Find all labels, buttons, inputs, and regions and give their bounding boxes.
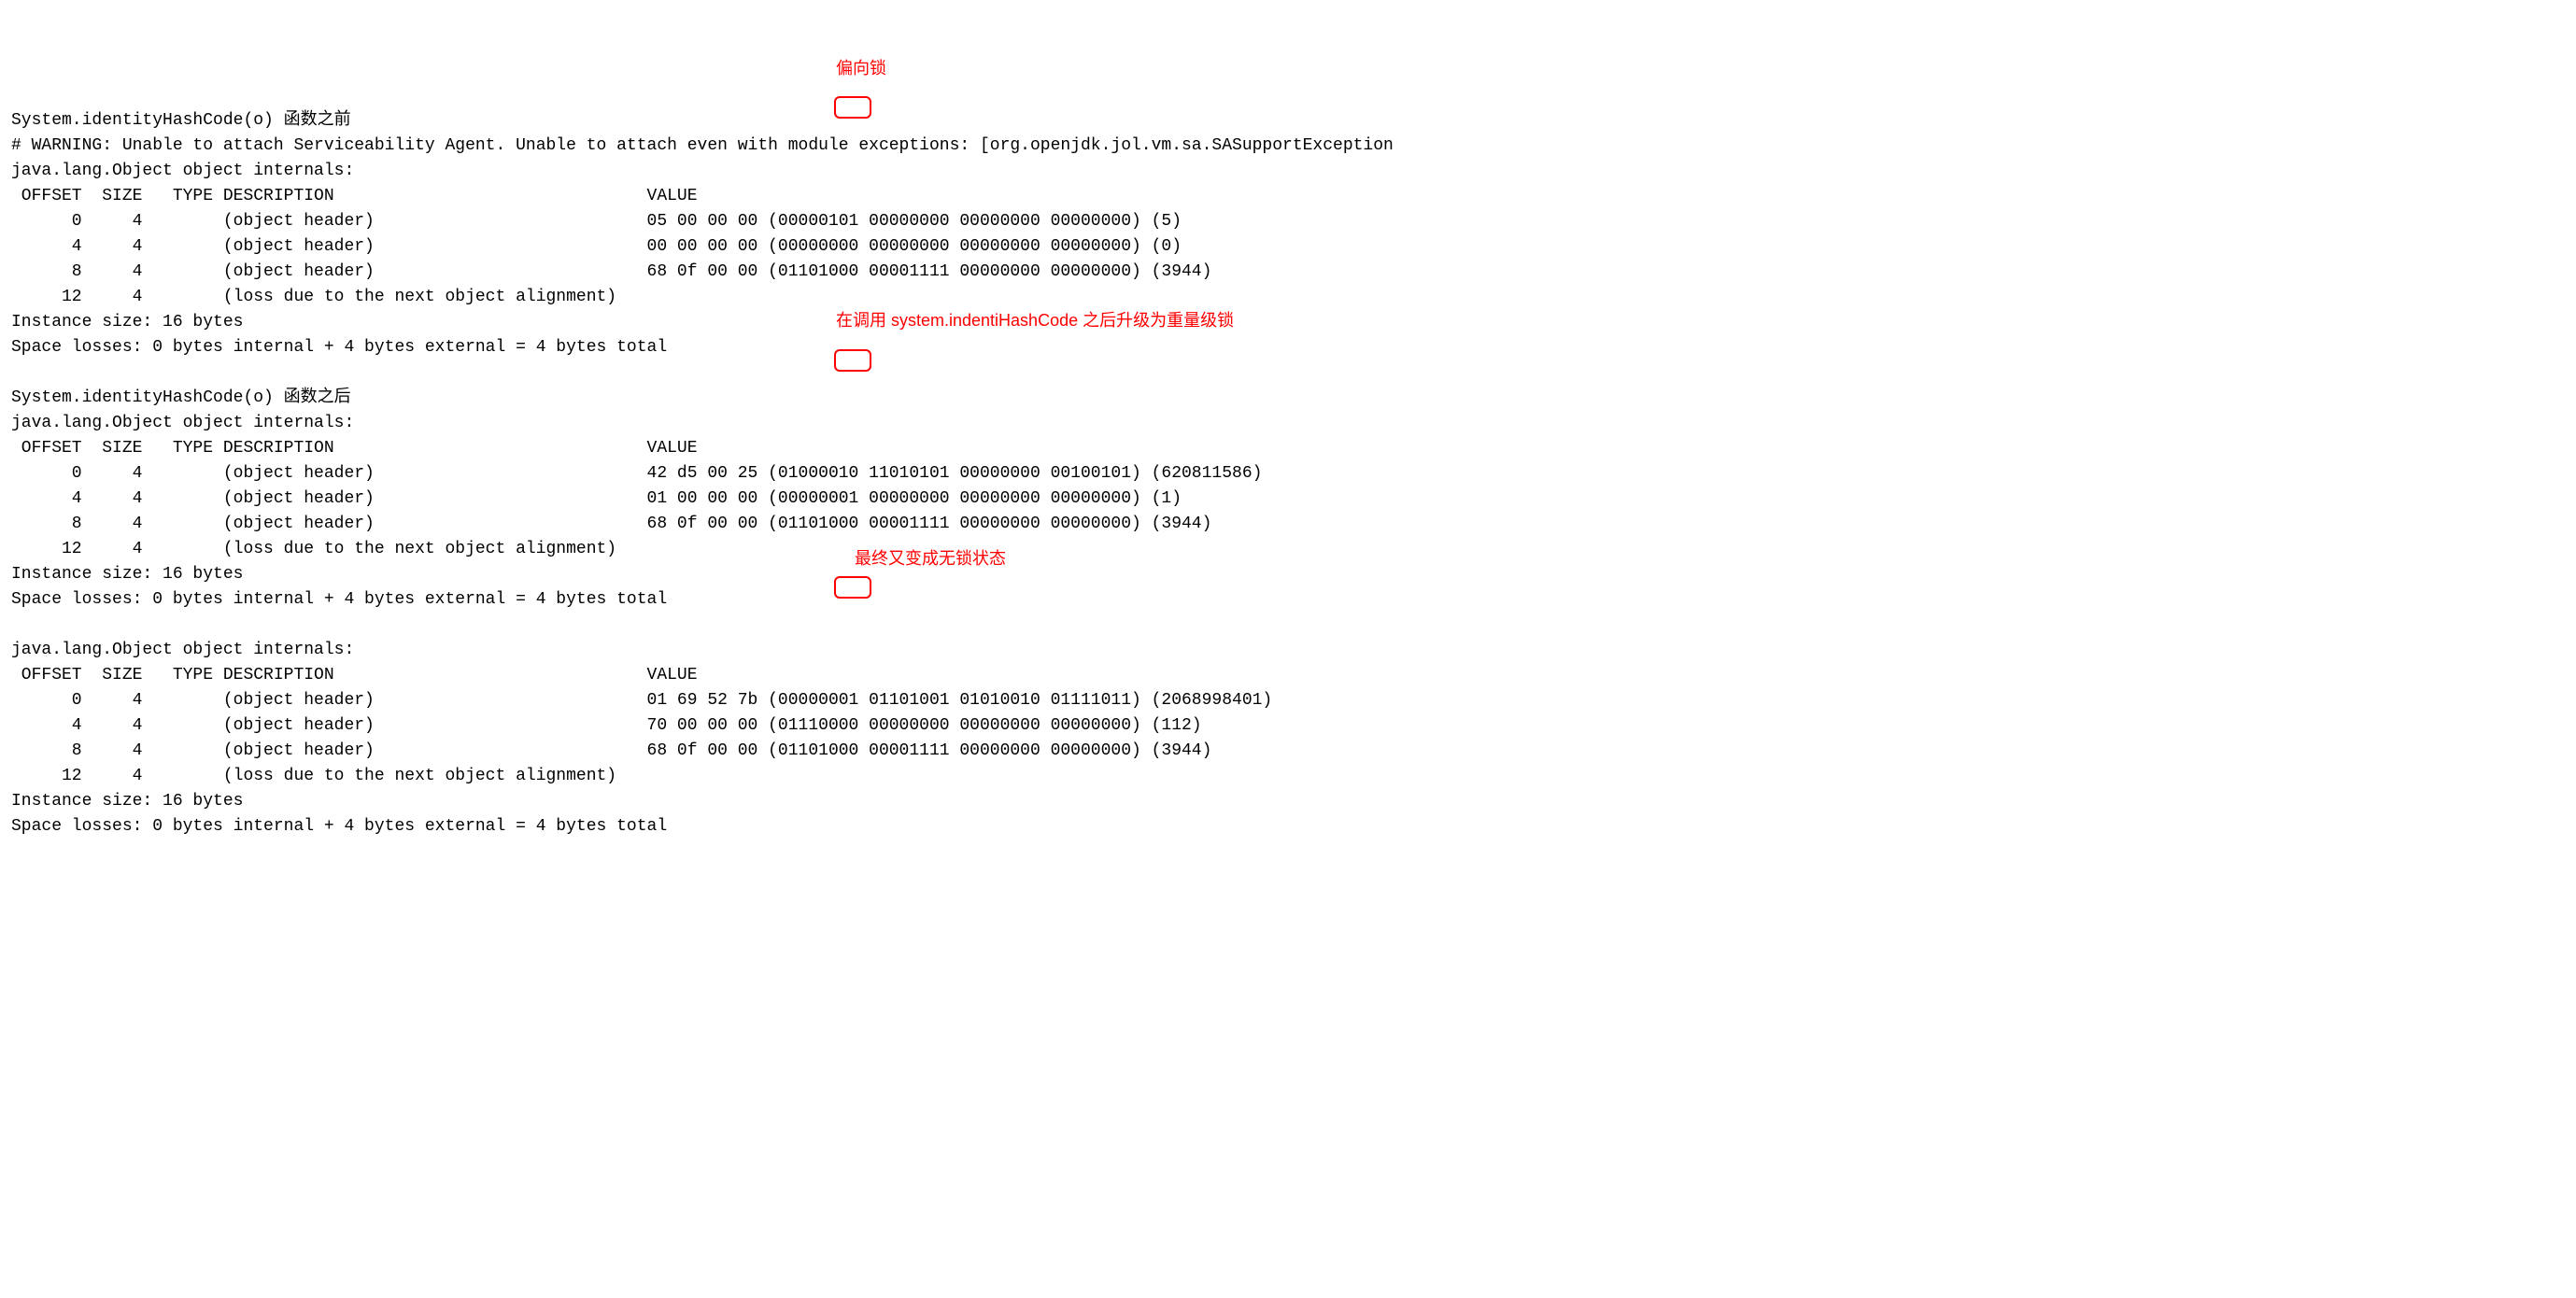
table-row: 8 4 (object header) 68 0f 00 00 (0110100… — [11, 512, 2565, 537]
highlight-box — [834, 576, 871, 599]
table-row: 12 4 (loss due to the next object alignm… — [11, 285, 2565, 310]
space-losses-line: Space losses: 0 bytes internal + 4 bytes… — [11, 587, 2565, 613]
table-header: OFFSET SIZE TYPE DESCRIPTION VALUE — [11, 184, 2565, 209]
table-row: 12 4 (loss due to the next object alignm… — [11, 764, 2565, 789]
internals-line: java.lang.Object object internals: — [11, 159, 2565, 184]
table-header: OFFSET SIZE TYPE DESCRIPTION VALUE — [11, 663, 2565, 688]
space-losses-line: Space losses: 0 bytes internal + 4 bytes… — [11, 335, 2565, 360]
highlight-box — [834, 96, 871, 119]
instance-size-line: Instance size: 16 bytes — [11, 310, 2565, 335]
section-title: System.identityHashCode(o) 函数之前 — [11, 108, 2565, 134]
instance-size-line: Instance size: 16 bytes — [11, 562, 2565, 587]
warning-line: # WARNING: Unable to attach Serviceabili… — [11, 134, 2565, 159]
table-row: 4 4 (object header) 00 00 00 00 (0000000… — [11, 234, 2565, 260]
blank-line — [11, 613, 2565, 638]
table-row: 0 4 (object header) 42 d5 00 25 (0100001… — [11, 461, 2565, 487]
table-row: 8 4 (object header) 68 0f 00 00 (0110100… — [11, 739, 2565, 764]
instance-size-line: Instance size: 16 bytes — [11, 789, 2565, 814]
highlight-box — [834, 349, 871, 372]
annotation-label: 在调用 system.indentiHashCode 之后升级为重量级锁 — [836, 308, 1234, 333]
table-row: 0 4 (object header) 05 00 00 00 (0000010… — [11, 209, 2565, 234]
table-row: 4 4 (object header) 01 00 00 00 (0000000… — [11, 487, 2565, 512]
table-row: 8 4 (object header) 68 0f 00 00 (0110100… — [11, 260, 2565, 285]
table-row: 12 4 (loss due to the next object alignm… — [11, 537, 2565, 562]
internals-line: java.lang.Object object internals: — [11, 638, 2565, 663]
internals-line: java.lang.Object object internals: — [11, 411, 2565, 436]
table-row: 0 4 (object header) 01 69 52 7b (0000000… — [11, 688, 2565, 713]
annotation-label: 最终又变成无锁状态 — [855, 546, 1006, 571]
blank-line — [11, 360, 2565, 386]
table-header: OFFSET SIZE TYPE DESCRIPTION VALUE — [11, 436, 2565, 461]
section-title: System.identityHashCode(o) 函数之后 — [11, 386, 2565, 411]
annotation-label: 偏向锁 — [836, 56, 886, 81]
space-losses-line: Space losses: 0 bytes internal + 4 bytes… — [11, 814, 2565, 839]
table-row: 4 4 (object header) 70 00 00 00 (0111000… — [11, 713, 2565, 739]
